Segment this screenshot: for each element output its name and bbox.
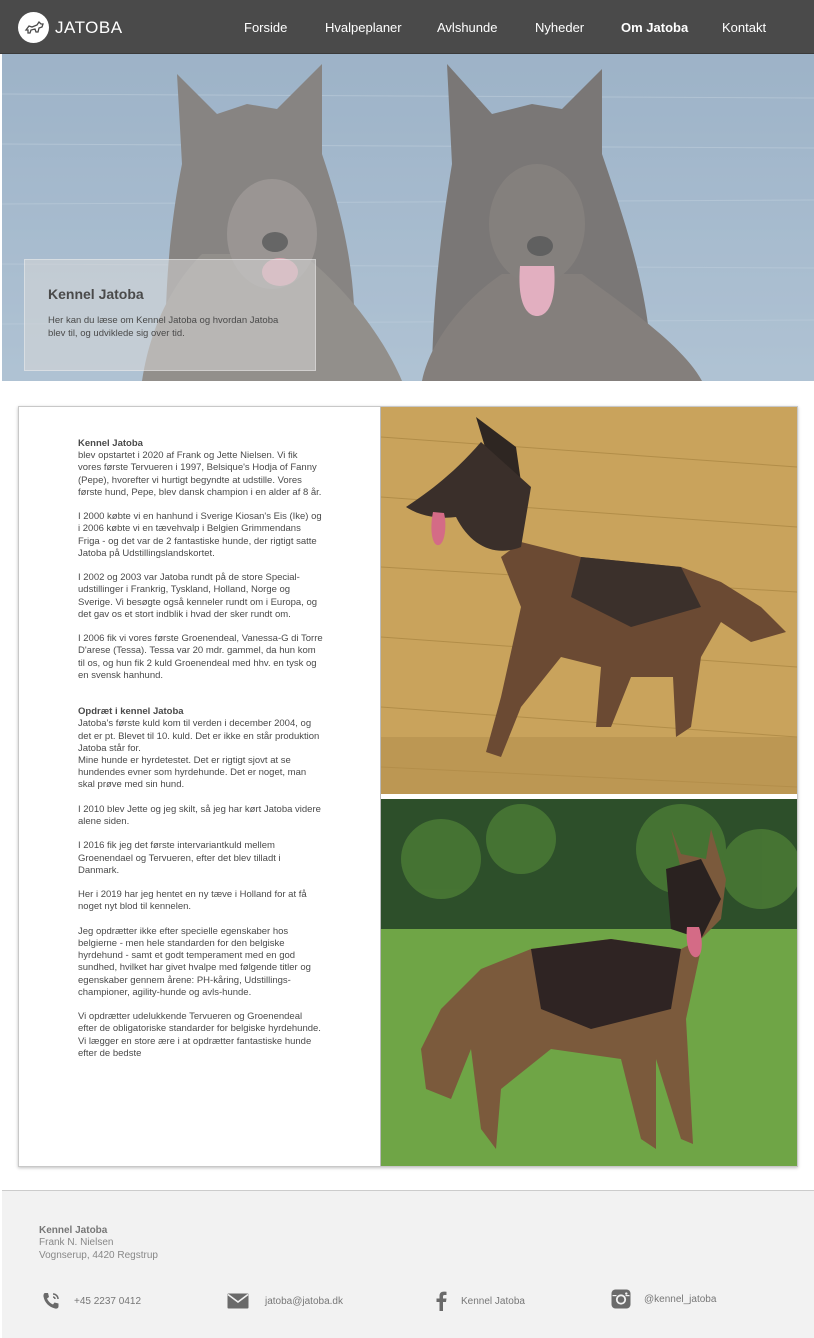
paragraph: blev opstartet i 2020 af Frank og Jette … [78, 450, 322, 498]
footer-kennel-name: Kennel Jatoba [39, 1225, 108, 1236]
footer-phone: +45 2237 0412 [74, 1295, 142, 1307]
instagram-icon [610, 1288, 632, 1310]
logo-dog-icon [18, 12, 49, 43]
nav-item-forside[interactable]: Forside [244, 20, 287, 35]
footer-person: Frank N. Nielsen [39, 1237, 114, 1248]
hero-title: Kennel Jatoba [48, 286, 144, 302]
paragraph: I 2000 købte vi en hanhund i Sverige Kio… [78, 511, 322, 559]
hero-card: Kennel Jatoba Her kan du læse om Kennel … [24, 259, 316, 371]
paragraph: Mine hunde er hyrdetestet. Det er rigtig… [78, 755, 307, 791]
paragraph: I 2002 og 2003 var Jatoba rundt på de st… [78, 572, 318, 620]
section-heading-opdraet: Opdræt i kennel Jatoba [78, 706, 184, 718]
paragraph: Vi opdrætter udelukkende Tervueren og Gr… [78, 1011, 321, 1059]
footer-facebook-link[interactable]: Kennel Jatoba [430, 1290, 525, 1312]
nav-item-om-jatoba[interactable]: Om Jatoba [621, 20, 688, 35]
logo-text: JATOBA [55, 17, 123, 37]
footer-email-link[interactable]: jatoba@jatoba.dk [227, 1290, 343, 1312]
dog-photo-garden [381, 799, 797, 1166]
mail-icon [227, 1290, 249, 1312]
paragraph: Jeg opdrætter ikke efter specielle egens… [78, 925, 311, 998]
paragraph: Jatoba's første kuld kom til verden i de… [78, 718, 320, 754]
paragraph: Her i 2019 har jeg hentet en ny tæve i H… [78, 889, 307, 913]
about-content-box: Kennel Jatoba blev opstartet i 2020 af Fr… [18, 406, 798, 1167]
footer: Kennel Jatoba Frank N. Nielsen Vognserup… [2, 1190, 814, 1338]
paragraph: I 2016 fik jeg det første intervariantku… [78, 840, 281, 876]
article-text: Kennel Jatoba blev opstartet i 2020 af Fr… [78, 438, 323, 1072]
footer-phone-link[interactable]: +45 2237 0412 [40, 1290, 141, 1312]
paragraph: I 2006 fik vi vores første Groenendeal, … [78, 633, 323, 681]
nav-item-avlshunde[interactable]: Avlshunde [437, 20, 497, 35]
footer-address: Vognserup, 4420 Regstrup [39, 1250, 158, 1261]
top-navigation: JATOBA Forside Hvalpeplaner Avlshunde Ny… [0, 0, 814, 54]
section-heading-kennel: Kennel Jatoba [78, 438, 143, 449]
footer-email: jatoba@jatoba.dk [265, 1295, 343, 1307]
paragraph: I 2010 blev Jette og jeg skilt, så jeg h… [78, 803, 321, 828]
footer-facebook: Kennel Jatoba [461, 1295, 525, 1307]
logo[interactable]: JATOBA [18, 12, 123, 43]
hero-text: Her kan du læse om Kennel Jatoba og hvor… [48, 315, 279, 339]
footer-instagram: @kennel_jatoba [644, 1293, 717, 1305]
dog-photo-field [381, 407, 797, 794]
article-column: Kennel Jatoba blev opstartet i 2020 af Fr… [19, 407, 381, 1166]
nav-item-nyheder[interactable]: Nyheder [535, 20, 584, 35]
hero-banner: Kennel Jatoba Her kan du læse om Kennel … [2, 54, 814, 381]
facebook-icon [430, 1290, 452, 1312]
footer-instagram-link[interactable]: @kennel_jatoba [610, 1288, 716, 1310]
phone-icon [40, 1290, 62, 1312]
nav-item-kontakt[interactable]: Kontakt [722, 20, 766, 35]
nav-item-hvalpeplaner[interactable]: Hvalpeplaner [325, 20, 402, 35]
